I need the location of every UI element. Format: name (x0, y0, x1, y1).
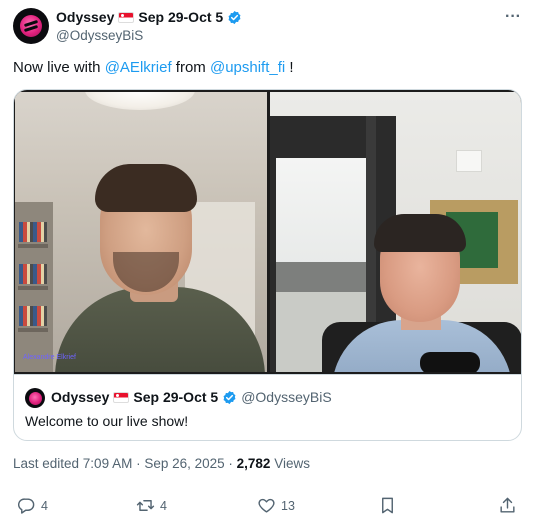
author-name[interactable]: Odyssey (56, 9, 114, 25)
reply-button[interactable]: 4 (17, 496, 48, 515)
bookmark-icon (382, 497, 393, 514)
wall-socket (456, 150, 482, 172)
like-button[interactable]: 13 (257, 496, 295, 515)
quoted-author-handle: @OdysseyBiS (241, 389, 332, 405)
views-count: 2,782 (236, 456, 271, 471)
share-icon (500, 497, 515, 513)
share-button[interactable] (498, 496, 517, 515)
video-media[interactable]: Alexandre Elkrief (14, 90, 521, 374)
quoted-post[interactable]: Odyssey Sep 29-Oct 5 @OdysseyBiS Welcome… (14, 374, 521, 440)
views-label: Views (270, 456, 310, 471)
bookshelf (15, 202, 53, 372)
speaker-right-hair (374, 214, 466, 252)
mention-upshift[interactable]: @upshift_fi (210, 59, 285, 76)
participant-name-label: Alexandre Elkrief (23, 354, 76, 361)
tweet: Odyssey Sep 29-Oct 5 @OdysseyBiS ··· Now… (0, 0, 537, 526)
video-pane-left: Alexandre Elkrief (15, 92, 267, 372)
microphone (420, 352, 480, 372)
singapore-flag-icon (118, 11, 135, 23)
more-icon[interactable]: ··· (505, 8, 521, 26)
like-icon (258, 498, 275, 513)
like-count: 13 (281, 498, 295, 513)
author-header: Odyssey Sep 29-Oct 5 (56, 9, 242, 25)
post-meta: Last edited 7:09 AM · Sep 26, 2025 · 2,7… (13, 456, 310, 471)
odyssey-logo-icon (20, 15, 42, 37)
post-text-suffix: ! (285, 59, 294, 76)
verified-icon (223, 390, 236, 404)
post-text: Now live with @AElkrief from @upshift_fi… (13, 59, 294, 76)
quote-card[interactable]: Alexandre Elkrief Odyssey Sep 29-Oct 5 @… (13, 89, 522, 441)
video-pane-right (270, 92, 521, 372)
speaker-left-hair (95, 164, 197, 212)
author-dates[interactable]: Sep 29-Oct 5 (138, 9, 223, 25)
author-handle[interactable]: @OdysseyBiS (56, 28, 143, 43)
singapore-flag-icon (113, 391, 130, 403)
reply-icon (18, 498, 35, 514)
post-text-prefix: Now live with (13, 59, 105, 76)
repost-count: 4 (160, 498, 167, 513)
post-text-middle: from (171, 59, 210, 76)
odyssey-logo-icon (28, 391, 42, 405)
author-avatar[interactable] (13, 8, 49, 44)
action-bar: 4 4 13 (0, 496, 537, 522)
quoted-header: Odyssey Sep 29-Oct 5 @OdysseyBiS (51, 389, 332, 405)
edited-timestamp[interactable]: Last edited 7:09 AM · Sep 26, 2025 · (13, 456, 237, 471)
quoted-author-dates: Sep 29-Oct 5 (133, 389, 219, 405)
quoted-avatar (25, 388, 45, 408)
repost-button[interactable]: 4 (136, 496, 167, 515)
mention-aelkrief[interactable]: @AElkrief (105, 59, 172, 76)
verified-icon (228, 10, 241, 24)
bookmark-button[interactable] (378, 496, 397, 515)
quoted-text: Welcome to our live show! (25, 413, 189, 429)
quoted-author-name: Odyssey (51, 389, 110, 405)
ceiling-lamp (85, 92, 195, 110)
repost-icon (136, 500, 155, 511)
reply-count: 4 (41, 498, 48, 513)
